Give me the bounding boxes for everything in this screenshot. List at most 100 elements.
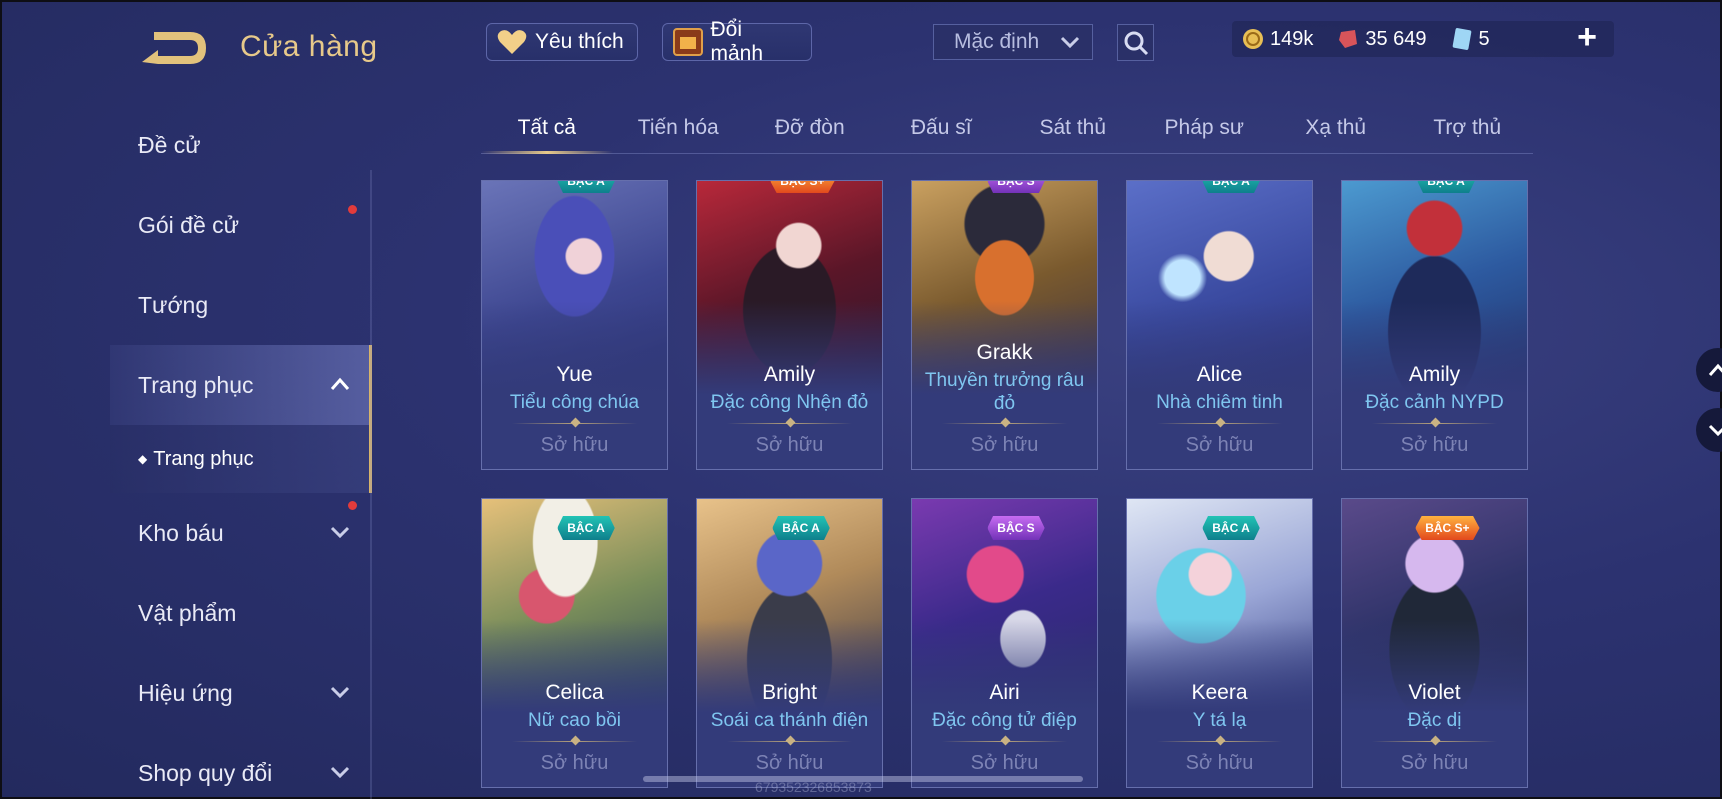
notification-dot [348,205,357,214]
skin-name: Đặc dị [1407,710,1462,731]
divider-ornament [727,741,852,742]
sidebar-divider [370,170,372,799]
sidebar-item-exchange-shop[interactable]: Shop quy đổi [110,733,372,799]
chevron-up-icon [1708,363,1722,376]
tab-all[interactable]: Tất cả [481,108,613,154]
hero-name: Alice [1196,363,1243,386]
chevron-down-icon [330,686,350,699]
skin-name: Nữ cao bồi [528,710,621,731]
voucher-currency: 5 [1451,27,1490,51]
sidebar: Đề cử Gói đề cử Tướng Trang phục ◆ Trang … [110,105,372,799]
skin-name: Soái ca thánh điện [710,710,869,731]
skin-card[interactable]: BẬC S Grakk Thuyền trưởng râu đỏ Sở hữu [911,180,1098,470]
favorite-button[interactable]: Yêu thích [486,23,638,61]
sidebar-item-heroes[interactable]: Tướng [110,265,372,345]
hero-name: Amily [763,363,816,386]
owned-status: Sở hữu [755,434,824,456]
shard-label: Đổi mảnh [710,18,764,65]
skin-card[interactable]: BẬC A Yue Tiểu công chúa Sở hữu [481,180,668,470]
skin-card[interactable]: BẬC A Celica Nữ cao bồi Sở hữu [481,498,668,788]
sidebar-item-label: Đề cử [138,131,201,158]
tab-fighter[interactable]: Đấu sĩ [876,108,1008,153]
sidebar-item-label: Tướng [138,291,209,318]
sidebar-item-label: Kho báu [138,519,224,546]
divider-ornament [512,741,637,742]
hero-name: Celica [545,681,604,704]
sidebar-item-recommended-packs[interactable]: Gói đề cử [110,185,372,265]
ruby-gem-icon [1339,30,1358,48]
skin-name: Đặc cảnh NYPD [1365,392,1504,413]
divider-ornament [1157,741,1282,742]
skin-card[interactable]: BẬC A Keera Y tá lạ Sở hữu [1126,498,1313,788]
currency-bar: 149k 35 649 5 [1232,21,1614,57]
hero-name: Keera [1191,681,1248,704]
skin-card[interactable]: BẬC A Amily Đặc cảnh NYPD Sở hữu [1341,180,1528,470]
heart-icon [495,27,529,57]
sidebar-item-effects[interactable]: Hiệu ứng [110,653,372,733]
favorite-label: Yêu thích [535,30,624,53]
hero-name: Violet [1408,681,1461,704]
skin-card[interactable]: BẬC A Bright Soái ca thánh điện Sở hữu [696,498,883,788]
skin-name: Thuyền trưởng râu đỏ [924,370,1085,414]
sidebar-item-label: Trang phục [138,371,254,398]
rank-badge: BẬC S [987,181,1045,193]
voucher-value: 5 [1478,27,1490,50]
category-tabs: Tất cả Tiến hóa Đỡ đòn Đấu sĩ Sát thủ Ph… [481,108,1533,154]
scroll-down-button[interactable] [1696,408,1722,452]
skin-name: Đặc công Nhện đỏ [710,392,869,413]
skin-card[interactable]: BẬC S Airi Đặc công tử điệp Sở hữu [911,498,1098,788]
owned-status: Sở hữu [540,752,609,774]
bullet-icon: ◆ [138,452,148,466]
add-currency-button[interactable]: + [1572,20,1602,56]
skin-name: Y tá lạ [1192,710,1247,731]
sidebar-item-recommended[interactable]: Đề cử [110,105,372,185]
tab-mage[interactable]: Pháp sư [1139,108,1271,153]
page-title: Cửa hàng [240,30,378,63]
sort-dropdown[interactable]: Mặc định [933,24,1093,60]
owned-status: Sở hữu [970,434,1039,456]
divider-ornament [942,741,1067,742]
rank-badge: BẬC A [1202,181,1260,193]
owned-status: Sở hữu [1185,752,1254,774]
chevron-down-icon [330,526,350,539]
tab-evolution[interactable]: Tiến hóa [613,108,745,153]
watermark-id: 679352326853873 [755,779,872,795]
sidebar-item-treasure[interactable]: Kho báu [110,493,372,573]
chevron-down-icon [330,766,350,779]
sidebar-subitem-skins[interactable]: ◆ Trang phục [110,425,372,493]
rank-badge: BẬC A [557,181,615,193]
skin-name: Đặc công tử điệp [932,710,1077,731]
chevron-down-icon [1708,424,1722,437]
tab-support[interactable]: Trợ thủ [1402,108,1534,153]
chevron-down-icon [1060,36,1080,48]
owned-status: Sở hữu [1400,434,1469,456]
tab-assassin[interactable]: Sát thủ [1007,108,1139,153]
hero-name: Airi [989,681,1020,704]
skin-card[interactable]: BẬC A Alice Nhà chiêm tinh Sở hữu [1126,180,1313,470]
hero-name: Amily [1408,363,1461,386]
divider-ornament [942,423,1067,424]
sidebar-item-label: Gói đề cử [138,211,240,238]
divider-ornament [1372,423,1497,424]
owned-status: Sở hữu [1400,752,1469,774]
skin-card[interactable]: BẬC S+ Amily Đặc công Nhện đỏ Sở hữu [696,180,883,470]
skin-name: Nhà chiêm tinh [1156,392,1283,413]
rank-badge: BẬC S+ [1415,516,1480,540]
tab-tank[interactable]: Đỡ đòn [744,108,876,153]
sidebar-subitem-label: Trang phục [153,447,254,470]
divider-ornament [1157,423,1282,424]
search-icon [1124,31,1148,55]
owned-status: Sở hữu [755,752,824,774]
shard-exchange-button[interactable]: Đổi mảnh [662,18,812,65]
rank-badge: BẬC A [1202,516,1260,540]
rank-badge: BẬC A [772,516,830,540]
tab-marksman[interactable]: Xạ thủ [1270,108,1402,153]
search-button[interactable] [1117,24,1154,61]
back-arrow-icon[interactable] [138,28,208,68]
owned-status: Sở hữu [970,752,1039,774]
scroll-up-button[interactable] [1696,348,1722,392]
sidebar-item-skins[interactable]: Trang phục [110,345,372,425]
skin-card[interactable]: BẬC S+ Violet Đặc dị Sở hữu [1341,498,1528,788]
sidebar-item-items[interactable]: Vật phẩm [110,573,372,653]
owned-status: Sở hữu [1185,434,1254,456]
